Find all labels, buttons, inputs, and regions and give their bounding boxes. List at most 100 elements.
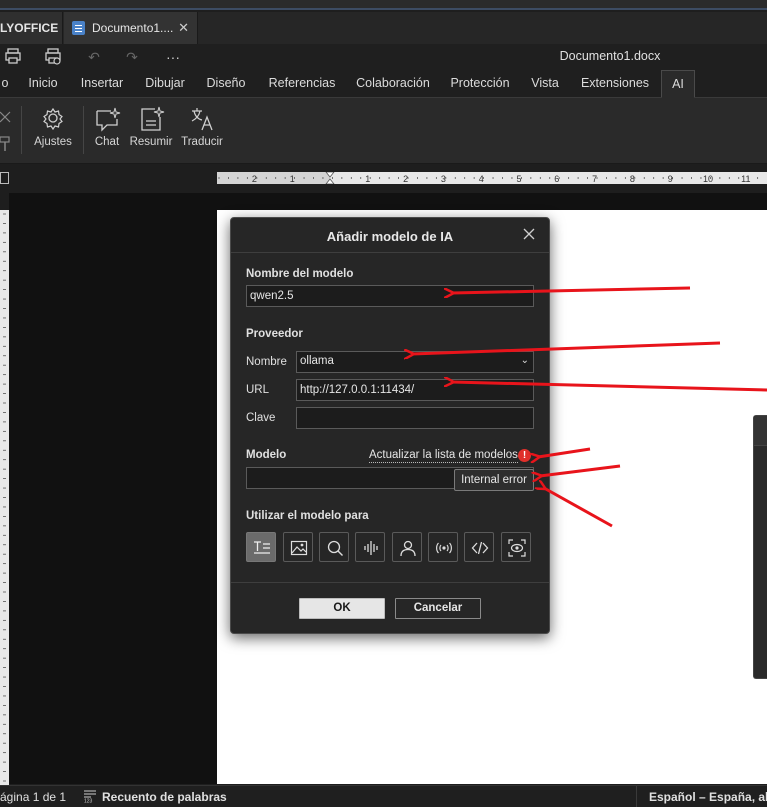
gear-icon: [43, 107, 63, 131]
ruler-number: 10: [703, 174, 713, 184]
url-input[interactable]: [296, 379, 534, 401]
document-tab-label: Documento1....: [92, 21, 174, 35]
horizontal-ruler[interactable]: 2 1 1 2 3 4 5 6 7 8 9 10 11: [217, 172, 767, 184]
model-name-label: Nombre del modelo: [246, 268, 354, 280]
vertical-ruler[interactable]: [0, 210, 9, 785]
window-top-strip: [0, 0, 767, 10]
ruler-number: 8: [630, 174, 635, 184]
chevron-down-icon: ⌄: [520, 355, 529, 366]
ruler-number: 2: [252, 174, 257, 184]
key-input[interactable]: [296, 407, 534, 429]
model-label: Modelo: [246, 449, 287, 461]
tab-draw[interactable]: Dibujar: [141, 70, 189, 98]
ruler-number: 9: [668, 174, 673, 184]
search-icon: [327, 540, 343, 556]
summarize-button[interactable]: Resumir: [128, 106, 174, 148]
model-name-input[interactable]: [246, 285, 534, 307]
key-label: Clave: [246, 412, 276, 424]
more-options-icon[interactable]: ···: [163, 47, 183, 67]
tab-insert[interactable]: Insertar: [76, 70, 128, 98]
tab-references[interactable]: Referencias: [264, 70, 340, 98]
capability-image-button[interactable]: [283, 532, 313, 562]
ruler-number: 5: [516, 174, 521, 184]
provider-label: Proveedor: [246, 328, 303, 340]
url-label: URL: [246, 384, 270, 396]
chat-icon: [96, 107, 121, 132]
ruler-number: 6: [554, 174, 559, 184]
chat-button[interactable]: Chat: [91, 106, 123, 148]
broadcast-icon: [436, 542, 452, 554]
ok-button[interactable]: OK: [299, 598, 385, 619]
image-icon: [290, 540, 308, 556]
ribbon-panel: Ajustes Chat Resumir Traducir: [0, 98, 767, 164]
redo-icon[interactable]: ↷: [122, 47, 142, 67]
capability-audio-button[interactable]: [355, 532, 385, 562]
capability-search-button[interactable]: [319, 532, 349, 562]
cut-icon[interactable]: [0, 110, 12, 129]
settings-label: Ajustes: [34, 136, 72, 148]
close-icon[interactable]: [521, 226, 537, 242]
ribbon-separator: [83, 106, 84, 154]
dialog-footer-divider: [231, 582, 549, 583]
dialog-header: Añadir modelo de IA: [231, 218, 549, 253]
status-bar: ágina 1 de 1 123 Recuento de palabras Es…: [0, 785, 767, 807]
ruler-number: 4: [479, 174, 484, 184]
tab-ai[interactable]: AI: [661, 70, 695, 98]
tab-view[interactable]: Vista: [527, 70, 563, 98]
tab-collaboration[interactable]: Colaboración: [353, 70, 433, 98]
audio-icon: [364, 541, 378, 555]
tab-protection[interactable]: Protección: [447, 70, 513, 98]
document-tab[interactable]: Documento1.... ✕: [64, 12, 198, 44]
capability-code-button[interactable]: [464, 532, 494, 562]
ruler-row: 2 1 1 2 3 4 5 6 7 8 9 10 11: [0, 165, 767, 193]
ribbon-separator: [21, 106, 22, 154]
translate-icon: [191, 108, 213, 131]
tab-extensions[interactable]: Extensiones: [577, 70, 653, 98]
tab-file[interactable]: o: [0, 70, 10, 98]
text-icon: [254, 541, 270, 554]
error-icon[interactable]: !: [518, 449, 531, 462]
ruler-number: 11: [741, 174, 750, 184]
quick-print-icon[interactable]: [43, 47, 63, 67]
undo-icon[interactable]: ↶: [84, 47, 104, 67]
cancel-button[interactable]: Cancelar: [395, 598, 481, 619]
translate-label: Traducir: [181, 136, 223, 148]
refresh-model-list-link[interactable]: Actualizar la lista de modelos: [369, 449, 518, 463]
document-title: Documento1.docx: [559, 49, 661, 63]
person-icon: [400, 540, 416, 557]
app-home-tab[interactable]: LYOFFICE: [0, 12, 63, 44]
translate-button[interactable]: Traducir: [180, 106, 224, 148]
chat-label: Chat: [94, 136, 120, 148]
code-icon: [471, 541, 489, 555]
ruler-number: 1: [365, 174, 370, 184]
vision-icon: [508, 539, 526, 557]
settings-button[interactable]: Ajustes: [33, 106, 73, 148]
app-tab-bar: LYOFFICE Documento1.... ✕: [0, 12, 767, 44]
quick-access-toolbar: ↶ ↷ ··· Documento1.docx: [0, 44, 767, 70]
add-ai-model-dialog: Añadir modelo de IA Nombre del modelo Pr…: [230, 217, 550, 634]
provider-name-select[interactable]: ollama ⌄: [296, 351, 534, 373]
page-indicator[interactable]: ágina 1 de 1: [0, 790, 66, 804]
error-tooltip: Internal error: [454, 469, 534, 491]
document-icon: [72, 21, 85, 35]
svg-text:123: 123: [84, 799, 93, 804]
tab-design[interactable]: Diseño: [202, 70, 250, 98]
summarize-label: Resumir: [129, 136, 173, 148]
close-tab-icon[interactable]: ✕: [178, 12, 189, 44]
dialog-title: Añadir modelo de IA: [326, 229, 454, 244]
capability-broadcast-button[interactable]: [428, 532, 458, 562]
tab-home[interactable]: Inicio: [24, 70, 62, 98]
word-count-label[interactable]: Recuento de palabras: [102, 790, 227, 804]
tab-stop-selector[interactable]: [0, 172, 9, 184]
side-panel: [753, 415, 767, 679]
language-indicator[interactable]: Español – España, alfa: [636, 786, 767, 807]
capability-text-button[interactable]: [246, 532, 276, 562]
summarize-icon: [141, 106, 165, 131]
capability-person-button[interactable]: [392, 532, 422, 562]
ruler-number: 2: [403, 174, 408, 184]
format-painter-icon[interactable]: [0, 136, 12, 157]
word-count-icon[interactable]: 123: [83, 789, 97, 806]
capability-vision-button[interactable]: [501, 532, 531, 562]
print-icon[interactable]: [3, 47, 23, 67]
ruler-number: 7: [592, 174, 597, 184]
